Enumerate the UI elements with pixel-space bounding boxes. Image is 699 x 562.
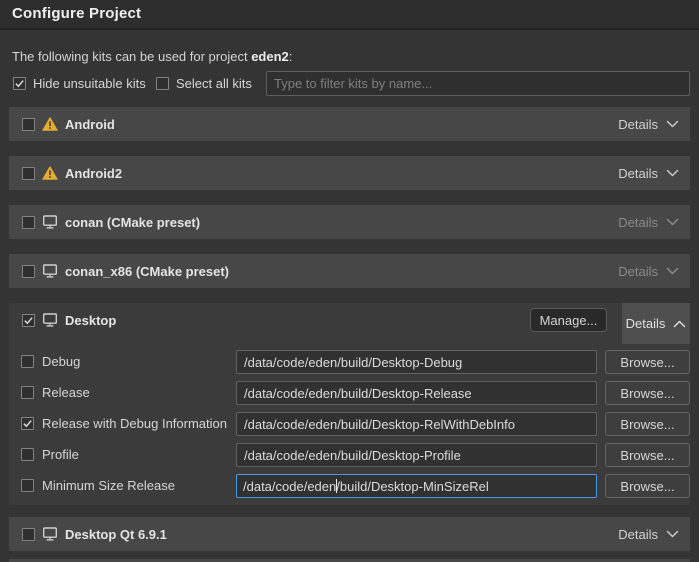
build-dir-input-profile[interactable] [236, 443, 597, 467]
kit-row-conan: conan (CMake preset) Details [9, 205, 690, 239]
select-all-kits-checkbox-group[interactable]: Select all kits [156, 76, 252, 91]
kit-checkbox[interactable] [22, 265, 35, 278]
kit-checkbox[interactable] [22, 216, 35, 229]
details-label: Details [618, 166, 658, 181]
checkmark-icon [14, 78, 25, 89]
browse-button[interactable]: Browse... [605, 350, 690, 374]
details-label: Details [618, 117, 658, 132]
details-toggle: Details [613, 260, 684, 283]
path-before-cursor: /data/code/eden [243, 479, 336, 494]
desktop-icon [42, 313, 58, 327]
desktop-icon [42, 264, 58, 278]
desktop-icon [42, 527, 58, 541]
kit-checkbox[interactable] [22, 314, 35, 327]
details-label: Details [618, 264, 658, 279]
details-toggle: Details [613, 211, 684, 234]
build-dir-input-minsizerel-focused[interactable]: /data/code/eden/build/Desktop-MinSizeRel [236, 474, 597, 498]
config-label: Release with Debug Information [42, 412, 227, 436]
chevron-down-icon [666, 120, 679, 128]
build-dir-input-debug[interactable] [236, 350, 597, 374]
select-all-label: Select all kits [176, 76, 252, 91]
desktop-icon [42, 215, 58, 229]
build-dir-input-release[interactable] [236, 381, 597, 405]
kit-checkbox[interactable] [22, 167, 35, 180]
chevron-down-icon [666, 267, 679, 275]
details-toggle-expanded[interactable]: Details [622, 303, 690, 344]
kit-filter-input[interactable] [266, 71, 690, 96]
config-label: Profile [42, 443, 79, 467]
manage-button[interactable]: Manage... [530, 308, 607, 332]
chevron-down-icon [666, 530, 679, 538]
intro-text: The following kits can be used for proje… [12, 49, 292, 64]
configure-project-page: Configure Project The following kits can… [0, 0, 699, 562]
warning-icon [42, 117, 58, 131]
details-toggle[interactable]: Details [613, 523, 684, 546]
kit-checkbox[interactable] [22, 528, 35, 541]
details-toggle[interactable]: Details [613, 162, 684, 185]
details-label: Details [626, 316, 666, 331]
chevron-down-icon [666, 218, 679, 226]
config-checkbox-minsizerel[interactable] [21, 479, 34, 492]
kit-name: Android [65, 117, 115, 132]
config-label: Release [42, 381, 90, 405]
chevron-up-icon [673, 320, 686, 328]
kit-row-conan-x86: conan_x86 (CMake preset) Details [9, 254, 690, 288]
kit-name: Android2 [65, 166, 122, 181]
config-label: Debug [42, 350, 80, 374]
kit-widget-desktop-expanded: Desktop Manage... Details Debug Browse..… [9, 303, 690, 505]
titlebar: Configure Project [0, 0, 699, 30]
intro-prefix: The following kits can be used for proje… [12, 49, 251, 64]
config-checkbox-profile[interactable] [21, 448, 34, 461]
kit-row-android2: Android2 Details [9, 156, 690, 190]
config-checkbox-relwithdebinfo[interactable] [21, 417, 34, 430]
intro-suffix: : [289, 49, 293, 64]
select-all-checkbox[interactable] [156, 77, 169, 90]
checkmark-icon [23, 315, 34, 326]
kit-name: conan_x86 (CMake preset) [65, 264, 229, 279]
hide-unsuitable-label: Hide unsuitable kits [33, 76, 146, 91]
config-checkbox-release[interactable] [21, 386, 34, 399]
details-label: Details [618, 527, 658, 542]
kit-name: Desktop Qt 6.9.1 [65, 527, 167, 542]
browse-button[interactable]: Browse... [605, 474, 690, 498]
kit-row-android: Android Details [9, 107, 690, 141]
hide-unsuitable-checkbox[interactable] [13, 77, 26, 90]
path-after-cursor: /build/Desktop-MinSizeRel [336, 479, 488, 494]
checkmark-icon [22, 418, 33, 429]
kit-checkbox[interactable] [22, 118, 35, 131]
chevron-down-icon [666, 169, 679, 177]
config-checkbox-debug[interactable] [21, 355, 34, 368]
page-title: Configure Project [12, 5, 141, 22]
browse-button[interactable]: Browse... [605, 412, 690, 436]
kit-name: Desktop [65, 313, 116, 328]
build-dir-input-relwithdebinfo[interactable] [236, 412, 597, 436]
browse-button[interactable]: Browse... [605, 381, 690, 405]
hide-unsuitable-kits-checkbox-group[interactable]: Hide unsuitable kits [13, 76, 146, 91]
kit-name: conan (CMake preset) [65, 215, 200, 230]
warning-icon [42, 166, 58, 180]
details-label: Details [618, 215, 658, 230]
kit-row-desktop-qt: Desktop Qt 6.9.1 Details [9, 517, 690, 551]
details-toggle[interactable]: Details [613, 113, 684, 136]
project-name: eden2 [251, 49, 289, 64]
config-label: Minimum Size Release [42, 474, 175, 498]
browse-button[interactable]: Browse... [605, 443, 690, 467]
